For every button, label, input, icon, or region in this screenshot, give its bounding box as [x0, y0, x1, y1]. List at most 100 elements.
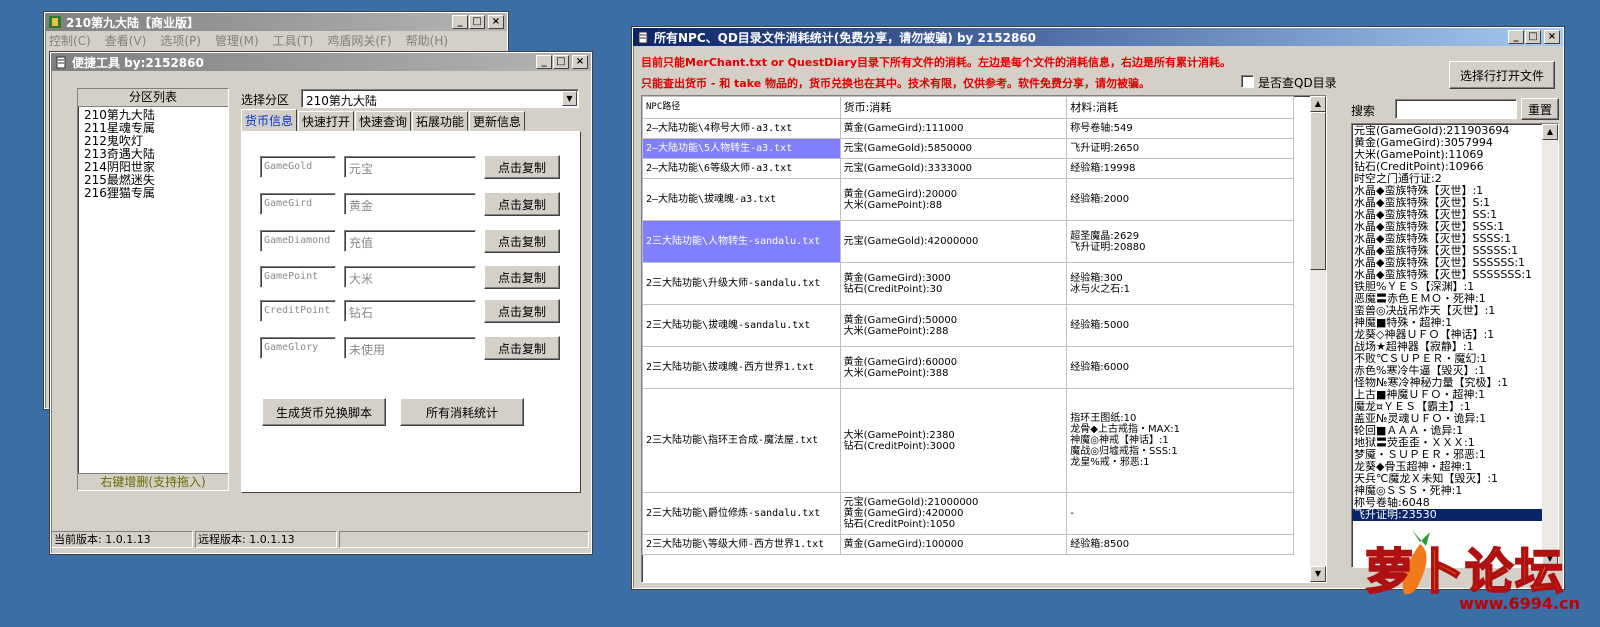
- cell-material[interactable]: 指环王图纸:10 龙骨◆上古戒指・MAX:1 神魔◎神戒【神话】:1 魔战◎归墟戒指・…: [1066, 388, 1294, 493]
- cell-currency[interactable]: 黄金(GameGird):111000: [839, 118, 1068, 139]
- stats-window-titlebar[interactable]: 所有NPC、QD目录文件消耗统计(免费分享，请勿被骗) by 2152860 _…: [633, 28, 1563, 46]
- grid-scrollbar[interactable]: ▲ ▼: [1310, 96, 1326, 582]
- cell-currency[interactable]: 黄金(GameGird):50000 大米(GamePoint):288: [839, 304, 1068, 347]
- cell-currency[interactable]: 黄金(GameGird):60000 大米(GamePoint):388: [839, 346, 1068, 389]
- table-row[interactable]: 2三大陆功能\拔魂魄-西方世界1.txt 黄金(GameGird):60000 大米…: [642, 346, 1294, 389]
- currency-key-field[interactable]: GameGold: [260, 156, 336, 178]
- list-item[interactable]: 211星魂专属: [82, 122, 224, 135]
- cell-npc-path[interactable]: 2三大陆功能\人物转生-sandalu.txt: [642, 220, 841, 263]
- totals-item[interactable]: 水晶◆蛮族特殊【灭世】SSS:1: [1352, 221, 1558, 233]
- menu-manage[interactable]: 管理(M): [215, 32, 259, 49]
- scroll-up-arrow-icon[interactable]: ▲: [1542, 124, 1558, 140]
- cell-material[interactable]: 经验箱:19998: [1066, 158, 1294, 179]
- menu-options[interactable]: 选项(P): [160, 32, 201, 49]
- totals-item[interactable]: 大米(GamePoint):11069: [1352, 149, 1558, 161]
- cell-material[interactable]: 经验箱:2000: [1066, 178, 1294, 221]
- cell-material[interactable]: 称号卷轴:549: [1066, 118, 1294, 139]
- currency-name-field[interactable]: 钻石: [344, 300, 476, 322]
- totals-list[interactable]: 元宝(GameGold):211903694 黄金(GameGird):30579…: [1351, 123, 1559, 568]
- copy-button[interactable]: 点击复制: [484, 299, 560, 323]
- cell-currency[interactable]: 元宝(GameGold):5850000: [839, 138, 1068, 159]
- totals-item[interactable]: 铁胆%ＹＥＳ【深渊】:1: [1352, 281, 1558, 293]
- currency-name-field[interactable]: 元宝: [344, 156, 476, 178]
- tab-quick-query[interactable]: 快速查询: [355, 111, 411, 131]
- menu-gateway[interactable]: 鸡盾网关(F): [327, 32, 391, 49]
- copy-button[interactable]: 点击复制: [484, 336, 560, 360]
- tab-extensions[interactable]: 拓展功能: [412, 111, 468, 131]
- cell-material[interactable]: 超圣魔晶:2629 飞升证明:20880: [1066, 220, 1294, 263]
- cell-npc-path[interactable]: 2三大陆功能\拔魂魄-西方世界1.txt: [642, 346, 841, 389]
- cell-currency[interactable]: 元宝(GameGold):3333000: [839, 158, 1068, 179]
- zone-select[interactable]: 210第九大陆 ▼: [301, 89, 579, 108]
- cell-npc-path[interactable]: 2三大陆功能\等级大师-西方世界1.txt: [642, 534, 841, 555]
- table-row[interactable]: 2三大陆功能\爵位修炼-sandalu.txt 元宝(GameGold):2100…: [642, 492, 1294, 535]
- scroll-up-arrow-icon[interactable]: ▲: [1310, 96, 1326, 112]
- cell-currency[interactable]: 黄金(GameGird):20000 大米(GamePoint):88: [839, 178, 1068, 221]
- reset-button[interactable]: 重置: [1521, 98, 1559, 120]
- cell-material[interactable]: 经验箱:6000: [1066, 346, 1294, 389]
- currency-key-field[interactable]: CreditPoint: [260, 300, 336, 322]
- totals-item[interactable]: 水晶◆蛮族特殊【灭世】SS:1: [1352, 209, 1558, 221]
- totals-item[interactable]: 神魔■特殊・超神:1: [1352, 317, 1558, 329]
- maximize-button[interactable]: □: [1525, 30, 1541, 44]
- totals-item[interactable]: 龙葵◇神器ＵＦＯ【神话】:1: [1352, 329, 1558, 341]
- totals-item[interactable]: 怪物№寒冷神秘力量【究极】:1: [1352, 377, 1558, 389]
- minimize-button[interactable]: _: [536, 55, 552, 69]
- table-row[interactable]: 2—大陆功能\拔魂魄-a3.txt 黄金(GameGird):20000 大米(Ga…: [642, 178, 1294, 221]
- copy-button[interactable]: 点击复制: [484, 192, 560, 216]
- copy-button[interactable]: 点击复制: [484, 155, 560, 179]
- menu-help[interactable]: 帮助(H): [406, 32, 448, 49]
- totals-item[interactable]: 天兵℃魔龙Ｘ未知【毁灭】:1: [1352, 473, 1558, 485]
- table-row[interactable]: 2—大陆功能\5人物转生-a3.txt 元宝(GameGold):5850000 飞…: [642, 138, 1294, 159]
- currency-key-field[interactable]: GamePoint: [260, 266, 336, 288]
- totals-item[interactable]: 水晶◆蛮族特殊【灭世】SSSS:1: [1352, 233, 1558, 245]
- cell-currency[interactable]: 元宝(GameGold):21000000 黄金(GameGird):420000…: [839, 492, 1068, 535]
- cell-material[interactable]: -: [1066, 492, 1294, 535]
- copy-button[interactable]: 点击复制: [484, 265, 560, 289]
- table-row[interactable]: 2三大陆功能\人物转生-sandalu.txt 元宝(GameGold):4200…: [642, 220, 1294, 263]
- totals-item[interactable]: 蛮兽◎决战吊炸天【灭世】:1: [1352, 305, 1558, 317]
- list-item[interactable]: 213奇遇大陆: [82, 148, 224, 161]
- minimize-button[interactable]: _: [1508, 30, 1524, 44]
- cell-material[interactable]: 经验箱:300 冰与火之石:1: [1066, 262, 1294, 305]
- currency-name-field[interactable]: 大米: [344, 266, 476, 288]
- cell-npc-path[interactable]: 2—大陆功能\5人物转生-a3.txt: [642, 138, 841, 159]
- search-input[interactable]: [1395, 99, 1517, 119]
- column-header-material[interactable]: 材料:消耗: [1066, 96, 1294, 119]
- table-row[interactable]: 2三大陆功能\指环王合成-魔法屋.txt 大米(GamePoint):2380 钻石…: [642, 388, 1294, 493]
- scroll-thumb[interactable]: [1310, 112, 1326, 270]
- copy-button[interactable]: 点击复制: [484, 229, 560, 253]
- totals-item[interactable]: 时空之门通行证:2: [1352, 173, 1558, 185]
- totals-item[interactable]: 盖亚№灵魂ＵＦＯ・诡异:1: [1352, 413, 1558, 425]
- menu-view[interactable]: 查看(V): [105, 32, 147, 49]
- totals-item[interactable]: 龙葵◆骨玉超神・超神:1: [1352, 461, 1558, 473]
- totals-item[interactable]: 地狱〓荧歪歪・ＸＸＸ:1: [1352, 437, 1558, 449]
- totals-item[interactable]: 元宝(GameGold):211903694: [1352, 125, 1558, 137]
- cell-npc-path[interactable]: 2—大陆功能\4称号大师-a3.txt: [642, 118, 841, 139]
- close-button[interactable]: ×: [488, 15, 504, 29]
- close-button[interactable]: ×: [572, 55, 588, 69]
- column-header-path[interactable]: NPC路径: [642, 96, 841, 119]
- table-row[interactable]: 2三大陆功能\拔魂魄-sandalu.txt 黄金(GameGird):50000…: [642, 304, 1294, 347]
- close-button[interactable]: ×: [1544, 30, 1560, 44]
- cell-currency[interactable]: 元宝(GameGold):42000000: [839, 220, 1068, 263]
- totals-item[interactable]: 恶魔〓赤色ＥＭＯ・死神:1: [1352, 293, 1558, 305]
- cell-material[interactable]: 飞升证明:2650: [1066, 138, 1294, 159]
- totals-item[interactable]: 魔龙¤ＹＥＳ【霸主】:1: [1352, 401, 1558, 413]
- totals-item[interactable]: 水晶◆蛮族特殊【灭世】SSSSS:1: [1352, 245, 1558, 257]
- generate-script-button[interactable]: 生成货币兑换脚本: [262, 398, 386, 426]
- table-row[interactable]: 2—大陆功能\6等级大师-a3.txt 元宝(GameGold):3333000 经…: [642, 158, 1294, 179]
- totals-item[interactable]: 钻石(CreditPoint):10966: [1352, 161, 1558, 173]
- totals-item[interactable]: 水晶◆蛮族特殊【灭世】S:1: [1352, 197, 1558, 209]
- currency-key-field[interactable]: GameGlory: [260, 337, 336, 359]
- table-row[interactable]: 2—大陆功能\4称号大师-a3.txt 黄金(GameGird):111000 称号…: [642, 118, 1294, 139]
- totals-item[interactable]: 轮回■ＡＡＡ・诡异:1: [1352, 425, 1558, 437]
- tool-window-titlebar[interactable]: 便捷工具 by:2152860 _ □ ×: [51, 53, 591, 71]
- npc-stats-grid[interactable]: NPC路径 货币:消耗 材料:消耗 2—大陆功能\4称号大师-a3.txt 黄金(…: [641, 95, 1327, 583]
- totals-item[interactable]: 梦魇・ＳＵＰＥＲ・邪恶:1: [1352, 449, 1558, 461]
- cell-material[interactable]: 经验箱:8500: [1066, 534, 1294, 555]
- list-item[interactable]: 212鬼吹灯: [82, 135, 224, 148]
- list-item[interactable]: 216狸猫专属: [82, 187, 224, 200]
- cell-material[interactable]: 经验箱:5000: [1066, 304, 1294, 347]
- chevron-down-icon[interactable]: ▼: [562, 91, 577, 106]
